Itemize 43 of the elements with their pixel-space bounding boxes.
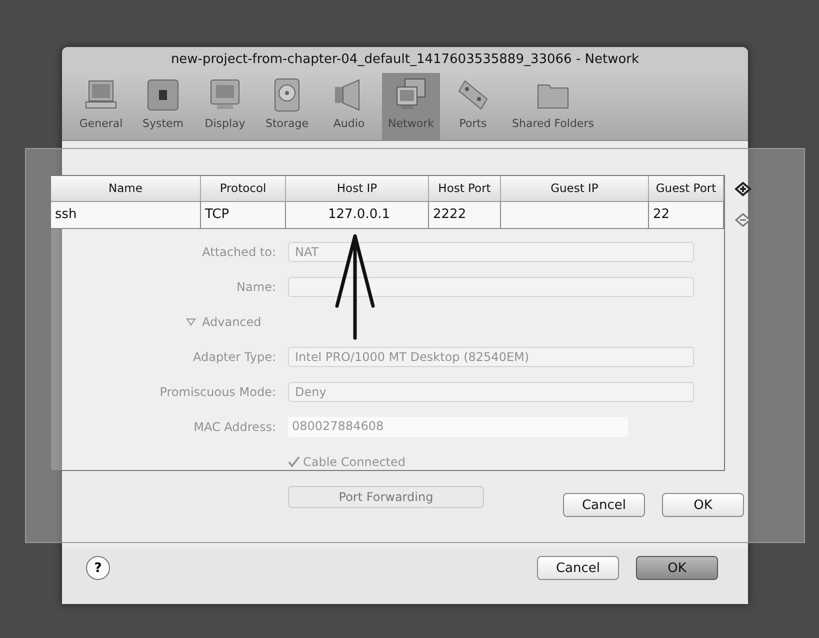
toolbar-button[interactable]: Display — [196, 73, 254, 141]
toolbar-button[interactable]: System — [134, 73, 192, 141]
chip-icon — [145, 77, 181, 113]
disclosure-toggle[interactable]: Advanced — [186, 315, 262, 329]
field-label: Attached to: — [202, 245, 276, 259]
field-label: Promiscuous Mode: — [160, 385, 276, 399]
cancel-button[interactable]: Cancel — [537, 556, 619, 580]
dropdown[interactable]: NAT — [288, 242, 694, 262]
column-header[interactable]: Host IP — [286, 176, 429, 201]
field-label: MAC Address: — [194, 420, 276, 434]
triangle-icon — [186, 317, 196, 327]
checkbox[interactable]: Cable Connected — [288, 455, 406, 469]
remove-rule-button[interactable] — [734, 212, 752, 228]
column-header[interactable]: Host Port — [429, 176, 501, 201]
table-cell: 22 — [649, 202, 724, 228]
ok-button[interactable]: OK — [662, 493, 744, 517]
column-header[interactable]: Name — [51, 176, 201, 201]
toolbar-button[interactable]: Ports — [444, 73, 502, 141]
port-forwarding-button[interactable]: Port Forwarding — [288, 486, 484, 508]
table-cell: 127.0.0.1 — [286, 202, 429, 228]
toolbar-button[interactable]: Network — [382, 73, 440, 141]
table-cell: ssh — [51, 202, 201, 228]
toolbar-button[interactable]: Audio — [320, 73, 378, 141]
column-header[interactable]: Guest Port — [649, 176, 724, 201]
dropdown[interactable]: Intel PRO/1000 MT Desktop (82540EM) — [288, 347, 694, 367]
toolbar-button[interactable]: General — [72, 73, 130, 141]
toolbar-button[interactable]: Shared Folders — [506, 73, 600, 141]
help-button[interactable]: ? — [86, 556, 110, 580]
table-cell: 2222 — [429, 202, 501, 228]
window-title: new-project-from-chapter-04_default_1417603535889_33066 - Network — [62, 47, 748, 71]
field-label: Name: — [236, 280, 276, 294]
dropdown[interactable]: Deny — [288, 382, 694, 402]
add-rule-button[interactable] — [734, 181, 752, 197]
cancel-button[interactable]: Cancel — [563, 493, 645, 517]
toolbar-button[interactable]: Storage — [258, 73, 316, 141]
field-label: Adapter Type: — [192, 350, 276, 364]
dropdown[interactable] — [288, 277, 694, 297]
column-header[interactable]: Protocol — [201, 176, 286, 201]
ok-button[interactable]: OK — [636, 556, 718, 580]
table-cell: TCP — [201, 202, 286, 228]
column-header[interactable]: Guest IP — [501, 176, 649, 201]
checkmark-icon — [288, 456, 300, 468]
input-field[interactable]: 080027884608 — [288, 417, 628, 437]
